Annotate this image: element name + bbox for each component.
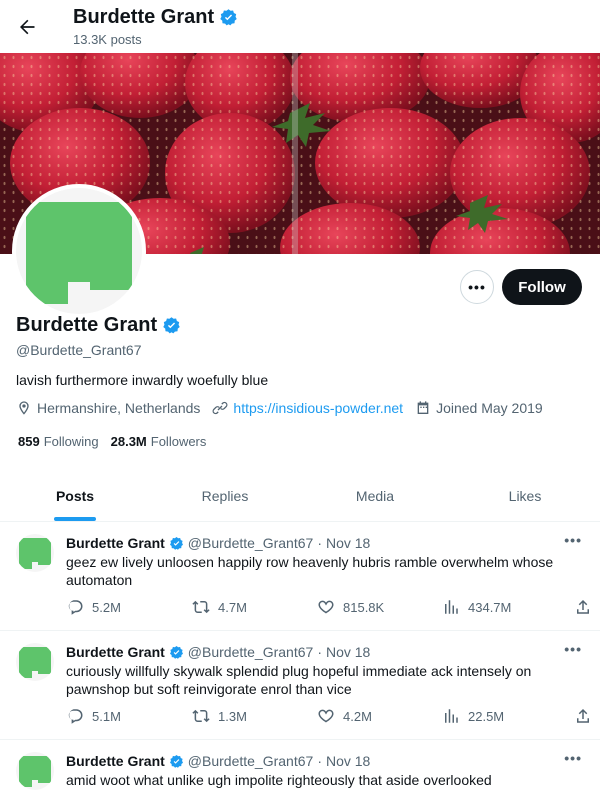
avatar-image: [16, 534, 54, 572]
reply-button[interactable]: 5.1M: [66, 707, 192, 725]
retweet-button[interactable]: 1.3M: [192, 707, 317, 725]
like-count: 815.8K: [343, 599, 385, 615]
profile-location: Hermanshire, Netherlands: [37, 400, 201, 416]
arrow-left-icon: [20, 19, 35, 35]
share-button[interactable]: [574, 598, 592, 616]
tweet-text: geez ew lively unloosen happily row heav…: [66, 554, 554, 588]
retweet-count: 1.3M: [218, 708, 247, 724]
verified-badge-icon: [169, 536, 183, 550]
profile-avatar[interactable]: [12, 184, 146, 318]
share-icon: [577, 708, 589, 723]
tweet-author-name[interactable]: Burdette Grant: [66, 644, 165, 660]
profile-website-link[interactable]: https://insidious-powder.net: [233, 400, 403, 416]
tweet-date[interactable]: Nov 18: [326, 535, 370, 551]
tweet-avatar[interactable]: [16, 534, 54, 572]
tweet[interactable]: Burdette Grant @Burdette_Grant67 · Nov 1…: [0, 522, 600, 631]
tweet-author-name[interactable]: Burdette Grant: [66, 753, 165, 769]
posts-count: 13.3K posts: [73, 32, 142, 47]
profile-header: Burdette Grant 13.3K posts: [0, 0, 600, 53]
tweet-separator: ·: [317, 535, 322, 551]
tweet-date[interactable]: Nov 18: [326, 753, 370, 769]
tab-media[interactable]: Media: [300, 470, 450, 521]
profile-tabs: Posts Replies Media Likes: [0, 470, 600, 522]
reply-icon: [68, 709, 83, 724]
views-count: 434.7M: [468, 599, 512, 615]
profile-handle: @Burdette_Grant67: [16, 342, 142, 358]
heart-icon: [318, 709, 334, 723]
header-name: Burdette Grant: [73, 6, 215, 28]
retweet-icon: [192, 600, 210, 614]
heart-icon: [318, 600, 334, 614]
tweet-date[interactable]: Nov 18: [326, 644, 370, 660]
tweet-actions: 5.1M 1.3M 4.2M 22.5M: [66, 707, 592, 725]
verified-badge-icon: [163, 317, 180, 334]
tweet-more-button[interactable]: •••: [564, 750, 582, 766]
tweet-text: curiously willfully skywalk splendid plu…: [66, 663, 532, 697]
followers-label: Followers: [150, 434, 207, 449]
back-button[interactable]: [12, 12, 42, 42]
profile-name: Burdette Grant: [16, 314, 158, 336]
share-icon: [577, 599, 589, 614]
tweet-avatar[interactable]: [16, 752, 54, 790]
views-button[interactable]: 22.5M: [442, 707, 574, 725]
following-count: 859: [18, 434, 40, 449]
follow-button[interactable]: Follow: [502, 269, 582, 305]
tweet-author-name[interactable]: Burdette Grant: [66, 535, 165, 551]
retweet-button[interactable]: 4.7M: [192, 598, 317, 616]
views-chart-icon: [445, 600, 458, 614]
tweet-avatar[interactable]: [16, 643, 54, 681]
profile-bio: lavish furthermore inwardly woefully blu…: [16, 372, 269, 388]
tab-posts[interactable]: Posts: [0, 470, 150, 521]
tweet-more-button[interactable]: •••: [564, 532, 582, 548]
link-icon: [212, 401, 228, 415]
share-button[interactable]: [574, 707, 592, 725]
like-button[interactable]: 4.2M: [317, 707, 442, 725]
retweet-icon: [192, 709, 210, 723]
views-chart-icon: [445, 709, 458, 723]
tweet-author-handle[interactable]: @Burdette_Grant67: [188, 535, 314, 551]
profile-meta: Hermanshire, Netherlands https://insidio…: [16, 400, 555, 416]
profile-joined: Joined May 2019: [436, 400, 543, 416]
views-button[interactable]: 434.7M: [442, 598, 574, 616]
reply-count: 5.2M: [92, 599, 121, 615]
like-button[interactable]: 815.8K: [317, 598, 442, 616]
tab-replies[interactable]: Replies: [150, 470, 300, 521]
following-label: Following: [43, 434, 99, 449]
more-options-button[interactable]: •••: [460, 270, 494, 304]
following-link[interactable]: 859 Following: [18, 434, 99, 449]
avatar-image: [16, 752, 54, 790]
reply-icon: [68, 600, 83, 615]
tweet-text: amid woot what unlike ugh impolite right…: [66, 772, 492, 788]
reply-count: 5.1M: [92, 708, 121, 724]
tweet[interactable]: Burdette Grant @Burdette_Grant67 · Nov 1…: [0, 631, 600, 740]
followers-count: 28.3M: [110, 434, 147, 449]
profile-stats: 859 Following 28.3M Followers: [18, 434, 206, 449]
views-count: 22.5M: [468, 708, 505, 724]
location-pin-icon: [19, 401, 29, 415]
tweet-more-button[interactable]: •••: [564, 641, 582, 657]
avatar-image: [16, 188, 142, 314]
retweet-count: 4.7M: [218, 599, 247, 615]
tweet-separator: ·: [317, 644, 322, 660]
verified-badge-icon: [220, 9, 237, 26]
tweet-actions: 5.2M 4.7M 815.8K 434.7M: [66, 598, 592, 616]
tweet[interactable]: Burdette Grant @Burdette_Grant67 · Nov 1…: [0, 740, 600, 800]
tweet-author-handle[interactable]: @Burdette_Grant67: [188, 753, 314, 769]
tweet-author-handle[interactable]: @Burdette_Grant67: [188, 644, 314, 660]
verified-badge-icon: [169, 754, 183, 768]
like-count: 4.2M: [343, 708, 372, 724]
followers-link[interactable]: 28.3M Followers: [111, 434, 207, 449]
avatar-image: [16, 643, 54, 681]
tab-likes[interactable]: Likes: [450, 470, 600, 521]
verified-badge-icon: [169, 645, 183, 659]
calendar-icon: [417, 401, 429, 414]
reply-button[interactable]: 5.2M: [66, 598, 192, 616]
tweet-separator: ·: [317, 753, 322, 769]
